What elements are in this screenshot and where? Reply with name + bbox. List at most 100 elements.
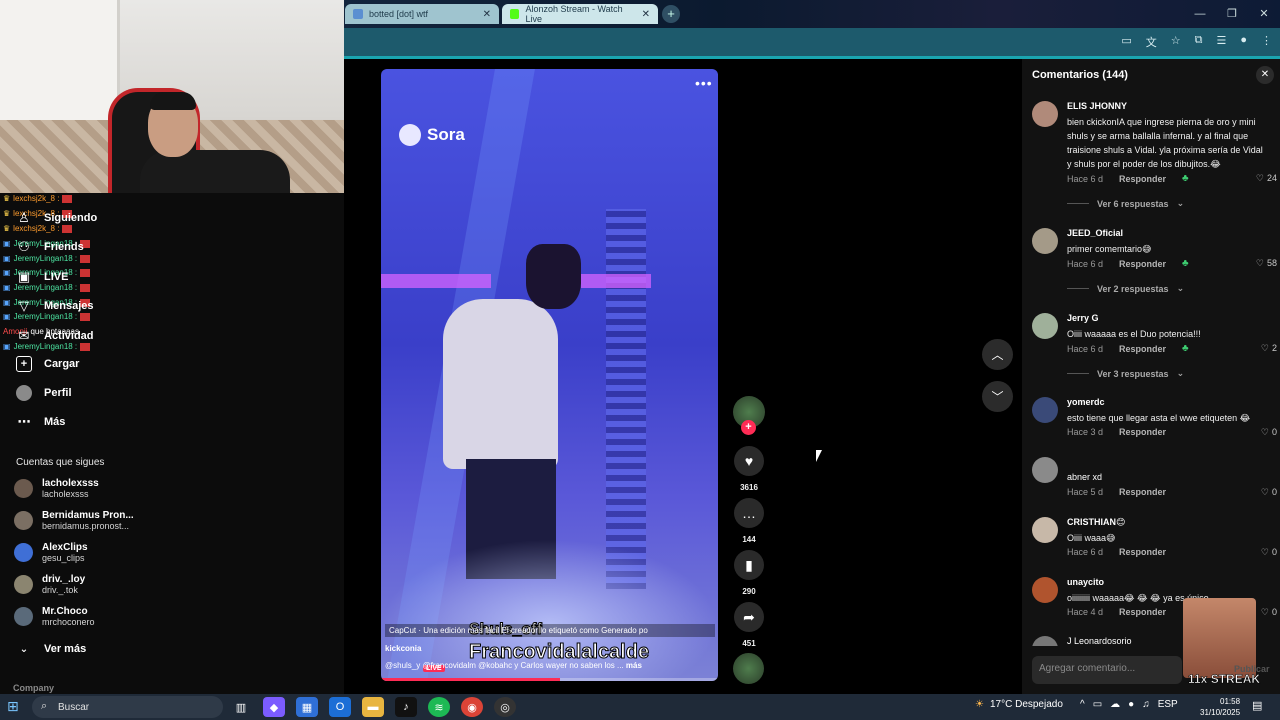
- close-comments-icon[interactable]: ✕: [1256, 66, 1274, 84]
- weather-widget[interactable]: ☀ 17°C Despejado: [975, 699, 1063, 710]
- nav-profile[interactable]: Perfil: [16, 385, 72, 401]
- comment-like-button[interactable]: ♡ 58: [1256, 258, 1277, 269]
- task-view-icon[interactable]: ▥: [230, 697, 252, 717]
- reply-button[interactable]: Responder: [1119, 487, 1166, 497]
- comment-button[interactable]: … 144: [733, 498, 765, 544]
- outlook-icon[interactable]: O: [329, 697, 351, 717]
- reply-button[interactable]: Responder: [1119, 607, 1166, 617]
- video-author[interactable]: kickconia: [385, 644, 421, 653]
- mouse-cursor-icon: [816, 450, 822, 462]
- close-tab-icon[interactable]: ✕: [483, 9, 491, 20]
- comment-like-button[interactable]: ♡ 2: [1261, 343, 1277, 354]
- nav-messages[interactable]: ▽ Mensajes: [16, 298, 94, 314]
- ai-generated-notice[interactable]: CapCut · Una edición más fácil El creado…: [385, 624, 715, 637]
- keyboard-language[interactable]: ESP: [1158, 699, 1178, 710]
- account-item[interactable]: AlexClips gesu_clips: [14, 542, 88, 563]
- view-replies-button[interactable]: Ver 3 respuestas ⌄: [1067, 368, 1184, 379]
- reply-button[interactable]: Responder: [1119, 174, 1166, 184]
- copilot-icon[interactable]: ◆: [263, 697, 285, 717]
- restore-icon[interactable]: ❐: [1216, 0, 1248, 28]
- next-video-button[interactable]: ﹀: [982, 381, 1013, 412]
- comment-like-button[interactable]: ♡ 0: [1261, 547, 1277, 558]
- taskbar-clock[interactable]: 01:58 31/10/2025: [1200, 696, 1240, 718]
- save-button[interactable]: ▮ 290: [733, 550, 765, 596]
- previous-video-button[interactable]: ︿: [982, 339, 1013, 370]
- account-item[interactable]: Bernidamus Pron... bernidamus.pronost...: [14, 510, 134, 531]
- avatar[interactable]: [1032, 101, 1058, 127]
- network-icon[interactable]: ▭: [1093, 699, 1102, 710]
- avatar[interactable]: [1032, 228, 1058, 254]
- nav-friends[interactable]: ⚇ Friends: [16, 239, 84, 255]
- profile-avatar-icon[interactable]: ●: [1240, 34, 1247, 50]
- music-disc[interactable]: [733, 653, 764, 684]
- store-icon[interactable]: ▦: [296, 697, 318, 717]
- reply-button[interactable]: Responder: [1119, 427, 1166, 437]
- reply-button[interactable]: Responder: [1119, 344, 1166, 354]
- bookmark-star-icon[interactable]: ☆: [1171, 34, 1181, 50]
- tiktok-icon[interactable]: ♪: [395, 697, 417, 717]
- video-more-icon[interactable]: •••: [695, 75, 713, 91]
- comment-like-button[interactable]: ♡ 0: [1261, 487, 1277, 498]
- nav-upload[interactable]: + Cargar: [16, 356, 79, 372]
- add-comment-input[interactable]: Agregar comentario...: [1032, 656, 1182, 684]
- chevron-down-icon: ⌄: [1176, 368, 1185, 378]
- see-more-accounts[interactable]: ⌄ Ver más: [16, 641, 86, 657]
- avatar[interactable]: [1032, 457, 1058, 483]
- like-button[interactable]: ♥ 3616: [733, 446, 765, 492]
- obs-icon[interactable]: ◎: [494, 697, 516, 717]
- spotify-icon[interactable]: ≋: [428, 697, 450, 717]
- comment-like-button[interactable]: ♡ 0: [1261, 607, 1277, 618]
- minimize-icon[interactable]: —: [1184, 0, 1216, 28]
- publish-button[interactable]: Publicar: [1234, 664, 1270, 674]
- browser-menu-icon[interactable]: ⋮: [1261, 34, 1272, 50]
- gift-icon[interactable]: ♣: [1182, 258, 1189, 269]
- new-tab-button[interactable]: +: [662, 5, 680, 23]
- gift-icon[interactable]: ♣: [1182, 343, 1189, 354]
- avatar[interactable]: [1032, 577, 1058, 603]
- taskbar-search[interactable]: ⌕ Buscar: [32, 696, 223, 718]
- comment-like-button[interactable]: ♡ 0: [1261, 427, 1277, 438]
- reply-button[interactable]: Responder: [1119, 547, 1166, 557]
- cast-icon[interactable]: ▭: [1121, 34, 1131, 50]
- extensions-icon[interactable]: ⧉: [1195, 34, 1203, 50]
- chrome-icon[interactable]: ◉: [461, 697, 483, 717]
- onedrive-icon[interactable]: ☁: [1110, 699, 1120, 710]
- description-more-link[interactable]: más: [626, 661, 642, 670]
- follow-plus-icon[interactable]: +: [741, 420, 756, 435]
- account-item[interactable]: Mr.Choco mrchoconero: [14, 606, 95, 627]
- nav-more[interactable]: ⋯ Más: [16, 414, 66, 430]
- translate-icon[interactable]: 文: [1146, 34, 1157, 50]
- browser-tab-botted[interactable]: botted [dot] wtf ✕: [345, 4, 499, 24]
- avatar[interactable]: [1032, 397, 1058, 423]
- browser-tab-kick[interactable]: Alonzoh Stream - Watch Live ✕: [502, 4, 658, 24]
- notification-icon[interactable]: ▤: [1252, 699, 1262, 712]
- following-icon: ♙: [18, 210, 30, 225]
- account-item[interactable]: driv._.loy driv._.tok: [14, 574, 85, 595]
- company-link[interactable]: Company: [13, 683, 54, 693]
- nav-following[interactable]: ♙ Siguiendo: [16, 210, 97, 226]
- video-player[interactable]: Sora ••• Shuls_off Francovidalalcalde Ca…: [381, 69, 718, 681]
- avatar[interactable]: [1032, 517, 1058, 543]
- avatar[interactable]: [1032, 636, 1058, 646]
- windows-start-icon[interactable]: ⊞: [7, 698, 19, 715]
- microphone-icon[interactable]: ●: [1128, 699, 1134, 710]
- nav-activity[interactable]: ✉ Actividad: [16, 328, 94, 344]
- chat-overlay-line: ▣ JeremyLingan18 :: [3, 254, 91, 263]
- account-item[interactable]: lacholexsss lacholexsss: [14, 478, 99, 499]
- comment-like-button[interactable]: ♡ 24: [1256, 173, 1277, 184]
- heart-outline-icon: ♡: [1255, 258, 1264, 268]
- volume-icon[interactable]: ♫: [1142, 699, 1150, 710]
- nav-live[interactable]: ▣ LIVE: [16, 269, 69, 285]
- file-explorer-icon[interactable]: ▬: [362, 697, 384, 717]
- tray-expand-icon[interactable]: ^: [1080, 699, 1085, 710]
- close-tab-icon[interactable]: ✕: [642, 9, 650, 20]
- reading-list-icon[interactable]: ☰: [1216, 34, 1226, 50]
- view-replies-button[interactable]: Ver 2 respuestas ⌄: [1067, 283, 1184, 294]
- close-window-icon[interactable]: ✕: [1248, 0, 1280, 28]
- reply-button[interactable]: Responder: [1119, 259, 1166, 269]
- video-progress-bar[interactable]: [381, 678, 718, 681]
- share-button[interactable]: ➦ 451: [733, 602, 765, 648]
- gift-icon[interactable]: ♣: [1182, 173, 1189, 184]
- view-replies-button[interactable]: Ver 6 respuestas ⌄: [1067, 198, 1184, 209]
- avatar[interactable]: [1032, 313, 1058, 339]
